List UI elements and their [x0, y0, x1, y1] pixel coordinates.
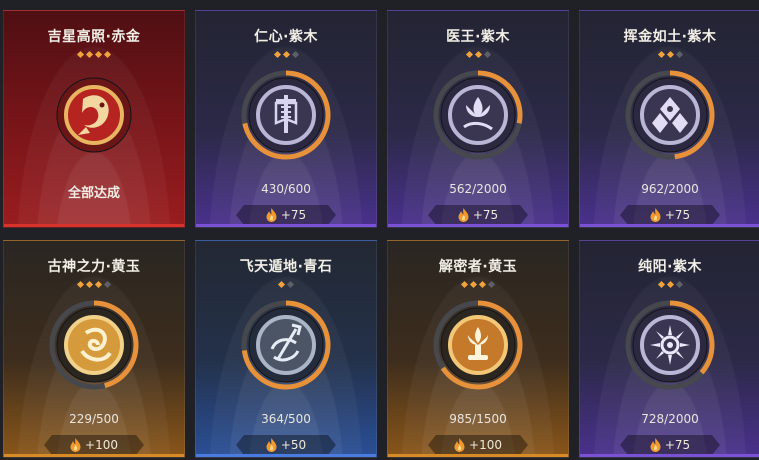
star-filled-icon	[465, 50, 473, 59]
reward-amount: +75	[472, 208, 499, 222]
flame-icon	[454, 438, 465, 452]
lotus-hand-icon	[433, 70, 523, 160]
achievement-card[interactable]: 飞天遁地·青石 364/500 +50	[195, 240, 377, 458]
rarity-stripe	[388, 224, 568, 227]
star-rating	[196, 280, 376, 289]
koi-fish-icon	[56, 77, 132, 153]
star-rating	[388, 280, 568, 289]
rarity-stripe	[196, 224, 376, 227]
card-title: 解密者·黄玉	[438, 259, 518, 275]
flame-icon	[70, 438, 81, 452]
star-filled-icon	[657, 50, 665, 59]
card-title: 吉星高照·赤金	[47, 29, 141, 45]
flame-icon	[650, 438, 661, 452]
completion-status: 全部达成	[67, 186, 120, 201]
star-filled-icon	[76, 280, 85, 289]
emblem-face	[64, 315, 124, 375]
reward-pill: +75	[428, 205, 528, 225]
progress-count: 562/2000	[449, 182, 507, 196]
star-filled-icon	[273, 50, 281, 59]
star-filled-icon	[76, 50, 85, 59]
rarity-stripe	[4, 224, 184, 227]
star-filled-icon	[94, 50, 103, 59]
star-filled-icon	[85, 280, 94, 289]
star-rating	[580, 280, 759, 289]
star-rating	[580, 50, 759, 59]
achievement-card[interactable]: 医王·紫木 562/2000 +75	[387, 10, 569, 228]
achievement-card[interactable]: 解密者·黄玉 985/1500 +100	[387, 240, 569, 458]
progress-count: 229/500	[69, 412, 119, 426]
star-empty-icon	[483, 50, 491, 59]
achievement-card[interactable]: 古神之力·黄玉 229/500 +100	[3, 240, 185, 458]
rarity-stripe	[196, 454, 376, 457]
flame-icon	[458, 208, 469, 222]
star-filled-icon	[478, 280, 487, 289]
star-empty-icon	[291, 50, 299, 59]
reward-pill: +50	[236, 435, 336, 455]
progress-count: 430/600	[261, 182, 311, 196]
reward-amount: +50	[280, 438, 307, 452]
lotus-pedestal-icon	[433, 300, 523, 390]
emblem-glyph	[650, 325, 690, 365]
card-title: 纯阳·紫木	[638, 259, 702, 275]
rarity-stripe	[4, 454, 184, 457]
star-empty-icon	[103, 280, 112, 289]
star-filled-icon	[282, 50, 290, 59]
card-title: 医王·紫木	[446, 29, 510, 45]
rarity-stripe	[388, 454, 568, 457]
trident-swirl-icon	[241, 300, 331, 390]
reward-pill: +100	[44, 435, 144, 455]
reward-pill: +75	[620, 205, 720, 225]
card-title: 古神之力·黄玉	[47, 259, 141, 275]
progress-count: 728/2000	[641, 412, 699, 426]
achievement-grid: 吉星高照·赤金 全部达成 仁心·紫木 430/600 +75 医王·紫木 562/2000 +…	[0, 0, 759, 460]
star-filled-icon	[103, 50, 112, 59]
star-filled-icon	[94, 280, 103, 289]
progress-count: 364/500	[261, 412, 311, 426]
card-title: 飞天遁地·青石	[239, 259, 333, 275]
star-rating	[4, 280, 184, 289]
progress-count: 962/2000	[641, 182, 699, 196]
coin-pile-icon	[625, 70, 715, 160]
star-filled-icon	[474, 50, 482, 59]
star-empty-icon	[675, 280, 683, 289]
progress-count: 985/1500	[449, 412, 507, 426]
rarity-stripe	[580, 454, 759, 457]
star-filled-icon	[469, 280, 478, 289]
reward-amount: +75	[664, 208, 691, 222]
achievement-card[interactable]: 挥金如土·紫木 962/2000 +75	[579, 10, 759, 228]
coiled-serpent-icon	[49, 300, 139, 390]
sun-wheel-icon	[625, 300, 715, 390]
star-filled-icon	[460, 280, 469, 289]
reward-pill: +75	[236, 205, 336, 225]
star-rating	[388, 50, 568, 59]
achievement-card[interactable]: 纯阳·紫木 728/2000 +75	[579, 240, 759, 458]
flame-icon	[266, 208, 277, 222]
reward-pill: +75	[620, 435, 720, 455]
reward-pill: +100	[428, 435, 528, 455]
achievement-card[interactable]: 仁心·紫木 430/600 +75	[195, 10, 377, 228]
reward-amount: +75	[664, 438, 691, 452]
card-title: 挥金如土·紫木	[623, 29, 717, 45]
flame-icon	[650, 208, 661, 222]
star-empty-icon	[487, 280, 496, 289]
reward-amount: +100	[469, 438, 502, 452]
star-filled-icon	[277, 280, 286, 289]
star-empty-icon	[286, 280, 295, 289]
rarity-stripe	[580, 224, 759, 227]
card-title: 仁心·紫木	[254, 29, 318, 45]
flame-icon	[266, 438, 277, 452]
reward-amount: +100	[85, 438, 118, 452]
star-empty-icon	[675, 50, 683, 59]
star-rating	[196, 50, 376, 59]
star-filled-icon	[666, 50, 674, 59]
achievement-card[interactable]: 吉星高照·赤金 全部达成	[3, 10, 185, 228]
star-rating	[4, 50, 184, 59]
banner-flag-icon	[241, 70, 331, 160]
reward-amount: +75	[280, 208, 307, 222]
star-filled-icon	[657, 280, 665, 289]
star-filled-icon	[85, 50, 94, 59]
star-filled-icon	[666, 280, 674, 289]
